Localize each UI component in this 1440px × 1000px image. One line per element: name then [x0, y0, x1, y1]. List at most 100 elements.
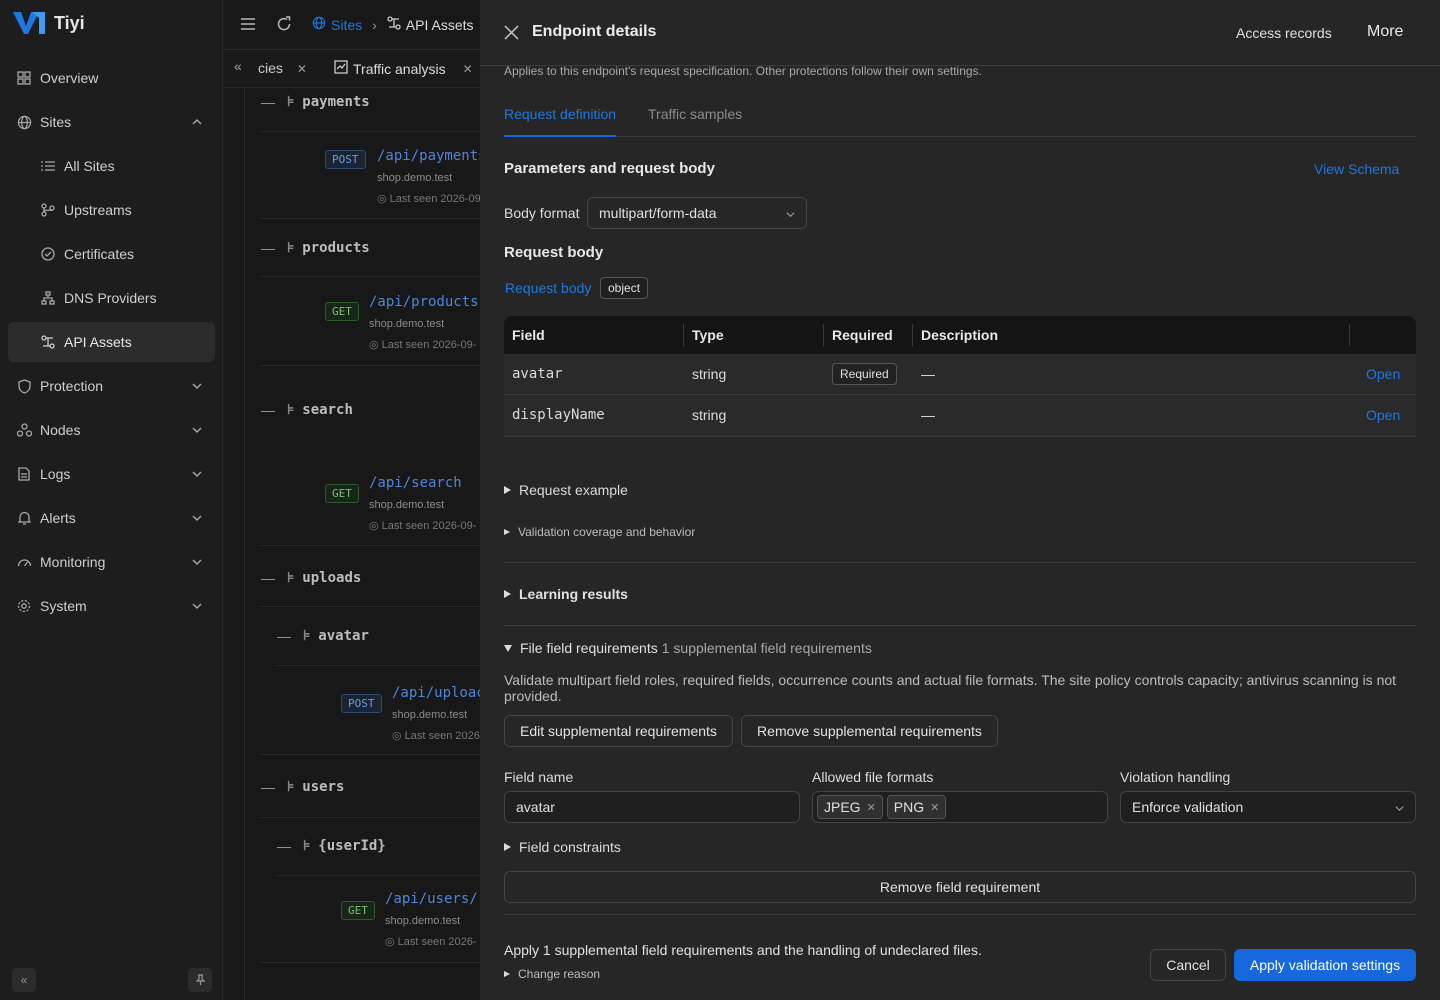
violation-handling-select[interactable]: Enforce validation [1120, 791, 1416, 823]
chevron-down-icon [192, 603, 202, 609]
breadcrumb-api-assets: API Assets [405, 16, 474, 33]
tree-node-payments[interactable]: — ⊧ payments [261, 94, 370, 110]
endpoint-path[interactable]: /api/users/- [385, 891, 480, 907]
divider [261, 218, 480, 219]
sidebar-item-alerts[interactable]: Alerts [8, 498, 215, 538]
caret-down-icon [504, 644, 512, 652]
close-icon[interactable] [504, 25, 519, 45]
open-field-link[interactable]: Open [1366, 354, 1400, 394]
change-reason-toggle[interactable]: Change reason [504, 967, 600, 981]
close-icon[interactable]: ✕ [297, 62, 307, 76]
open-field-link[interactable]: Open [1366, 395, 1400, 435]
sidebar-item-monitoring[interactable]: Monitoring [8, 542, 215, 582]
close-icon[interactable]: ✕ [463, 62, 473, 76]
allowed-formats-label: Allowed file formats [812, 769, 934, 785]
endpoint-path[interactable]: /api/payments [377, 148, 480, 164]
endpoint-row[interactable]: POST [325, 150, 366, 169]
sidebar-item-protection[interactable]: Protection [8, 366, 215, 406]
sidebar-item-label: Upstreams [64, 202, 132, 218]
allowed-formats-select[interactable]: JPEG ✕ PNG ✕ [812, 791, 1108, 823]
method-badge: POST [341, 694, 382, 713]
sidebar-item-all-sites[interactable]: All Sites [8, 146, 215, 186]
divider [277, 875, 480, 876]
tiyi-logo-icon [13, 12, 45, 34]
tree-node-avatar[interactable]: — ⊧ avatar [277, 628, 369, 644]
field-name-input[interactable]: avatar [504, 791, 800, 823]
branch-icon [40, 202, 56, 218]
globe-icon [312, 16, 326, 33]
sidebar-item-upstreams[interactable]: Upstreams [8, 190, 215, 230]
sidebar-item-label: All Sites [64, 158, 115, 174]
divider [261, 962, 480, 963]
request-example-toggle[interactable]: Request example [504, 482, 628, 498]
tab-request-definition[interactable]: Request definition [504, 106, 616, 122]
endpoint-row[interactable]: POST [341, 694, 382, 713]
endpoint-host: shop.demo.test [377, 172, 453, 184]
sidebar-item-system[interactable]: System [8, 586, 215, 626]
remove-supplemental-button[interactable]: Remove supplemental requirements [741, 715, 998, 747]
clock-icon: ◎ [369, 520, 382, 532]
cancel-button[interactable]: Cancel [1150, 949, 1226, 981]
method-badge: GET [325, 484, 359, 503]
learning-results-toggle[interactable]: Learning results [504, 586, 628, 602]
menu-icon[interactable] [240, 17, 256, 36]
tab-policies[interactable]: cies ✕ [258, 60, 307, 76]
sidebar-item-dns-providers[interactable]: DNS Providers [8, 278, 215, 318]
breadcrumb-sites[interactable]: Sites [331, 17, 362, 33]
view-schema-link[interactable]: View Schema [1314, 161, 1399, 177]
sidebar-item-certificates[interactable]: Certificates [8, 234, 215, 274]
sidebar-item-api-assets[interactable]: API Assets [8, 322, 215, 362]
column-header-field: Field [512, 327, 545, 343]
validation-coverage-toggle[interactable]: Validation coverage and behavior [504, 525, 695, 539]
drawer-header: Endpoint details Access records More [480, 0, 1440, 66]
refresh-icon[interactable] [276, 16, 292, 37]
remove-tag-icon[interactable]: ✕ [930, 801, 939, 814]
more-button[interactable]: More [1367, 23, 1403, 41]
api-tree-panel: Sites › API Assets « cies ✕ Traffic analy… [224, 0, 480, 1000]
endpoint-row[interactable]: GET [325, 484, 359, 503]
tree-node-label: uploads [302, 570, 362, 586]
field-constraints-toggle[interactable]: Field constraints [504, 839, 621, 855]
params-title: Parameters and request body [504, 160, 715, 177]
tree-node-users[interactable]: — ⊧ users [261, 779, 344, 795]
section-label: Learning results [519, 586, 628, 602]
tree-node-uploads[interactable]: — ⊧ uploads [261, 570, 361, 586]
sidebar-item-nodes[interactable]: Nodes [8, 410, 215, 450]
tree-node-products[interactable]: — ⊧ products [261, 240, 370, 256]
body-format-select[interactable]: multipart/form-data [587, 197, 807, 229]
sidebar-item-overview[interactable]: Overview [8, 58, 215, 98]
tab-traffic-analysis[interactable]: Traffic analysis ✕ [334, 60, 473, 77]
app-logo[interactable]: Tiyi [12, 10, 85, 36]
access-records-button[interactable]: Access records [1236, 25, 1332, 41]
column-divider [1349, 324, 1350, 346]
endpoint-path[interactable]: /api/search [369, 475, 462, 491]
file-requirements-toggle[interactable]: File field requirements 1 supplemental fi… [504, 640, 872, 656]
endpoint-host: shop.demo.test [392, 709, 468, 721]
divider [261, 606, 480, 607]
requirements-count: 1 supplemental field requirements [661, 640, 872, 656]
request-body-link[interactable]: Request body [505, 280, 591, 296]
endpoint-row[interactable]: GET [325, 302, 359, 321]
tree-node-search[interactable]: — ⊧ search [261, 402, 353, 418]
tab-traffic-samples[interactable]: Traffic samples [648, 106, 742, 122]
collapse-sidebar-icon[interactable]: « [12, 968, 36, 992]
endpoint-path[interactable]: /api/products [369, 294, 479, 310]
sidebar-item-label: System [40, 598, 87, 614]
drawer-title: Endpoint details [532, 23, 657, 40]
column-divider [912, 324, 913, 346]
collapse-tabs-icon[interactable]: « [234, 58, 242, 74]
endpoint-path[interactable]: /api/uploac [392, 685, 480, 701]
caret-right-icon [504, 486, 511, 494]
apply-validation-button[interactable]: Apply validation settings [1234, 949, 1416, 981]
file-requirements-description: Validate multipart field roles, required… [504, 672, 1397, 704]
sidebar-item-logs[interactable]: Logs [8, 454, 215, 494]
pin-icon[interactable] [188, 968, 212, 992]
remove-field-requirement-button[interactable]: Remove field requirement [504, 871, 1416, 903]
remove-tag-icon[interactable]: ✕ [867, 801, 876, 814]
sidebar-item-sites[interactable]: Sites [8, 102, 215, 142]
folder-tree-icon: ⊧ [287, 570, 295, 586]
request-body-table: Field Type Required Description avatar s… [504, 316, 1416, 437]
tree-node-userid[interactable]: — ⊧ {userId} [277, 838, 386, 854]
endpoint-row[interactable]: GET [341, 901, 375, 920]
edit-supplemental-button[interactable]: Edit supplemental requirements [504, 715, 733, 747]
